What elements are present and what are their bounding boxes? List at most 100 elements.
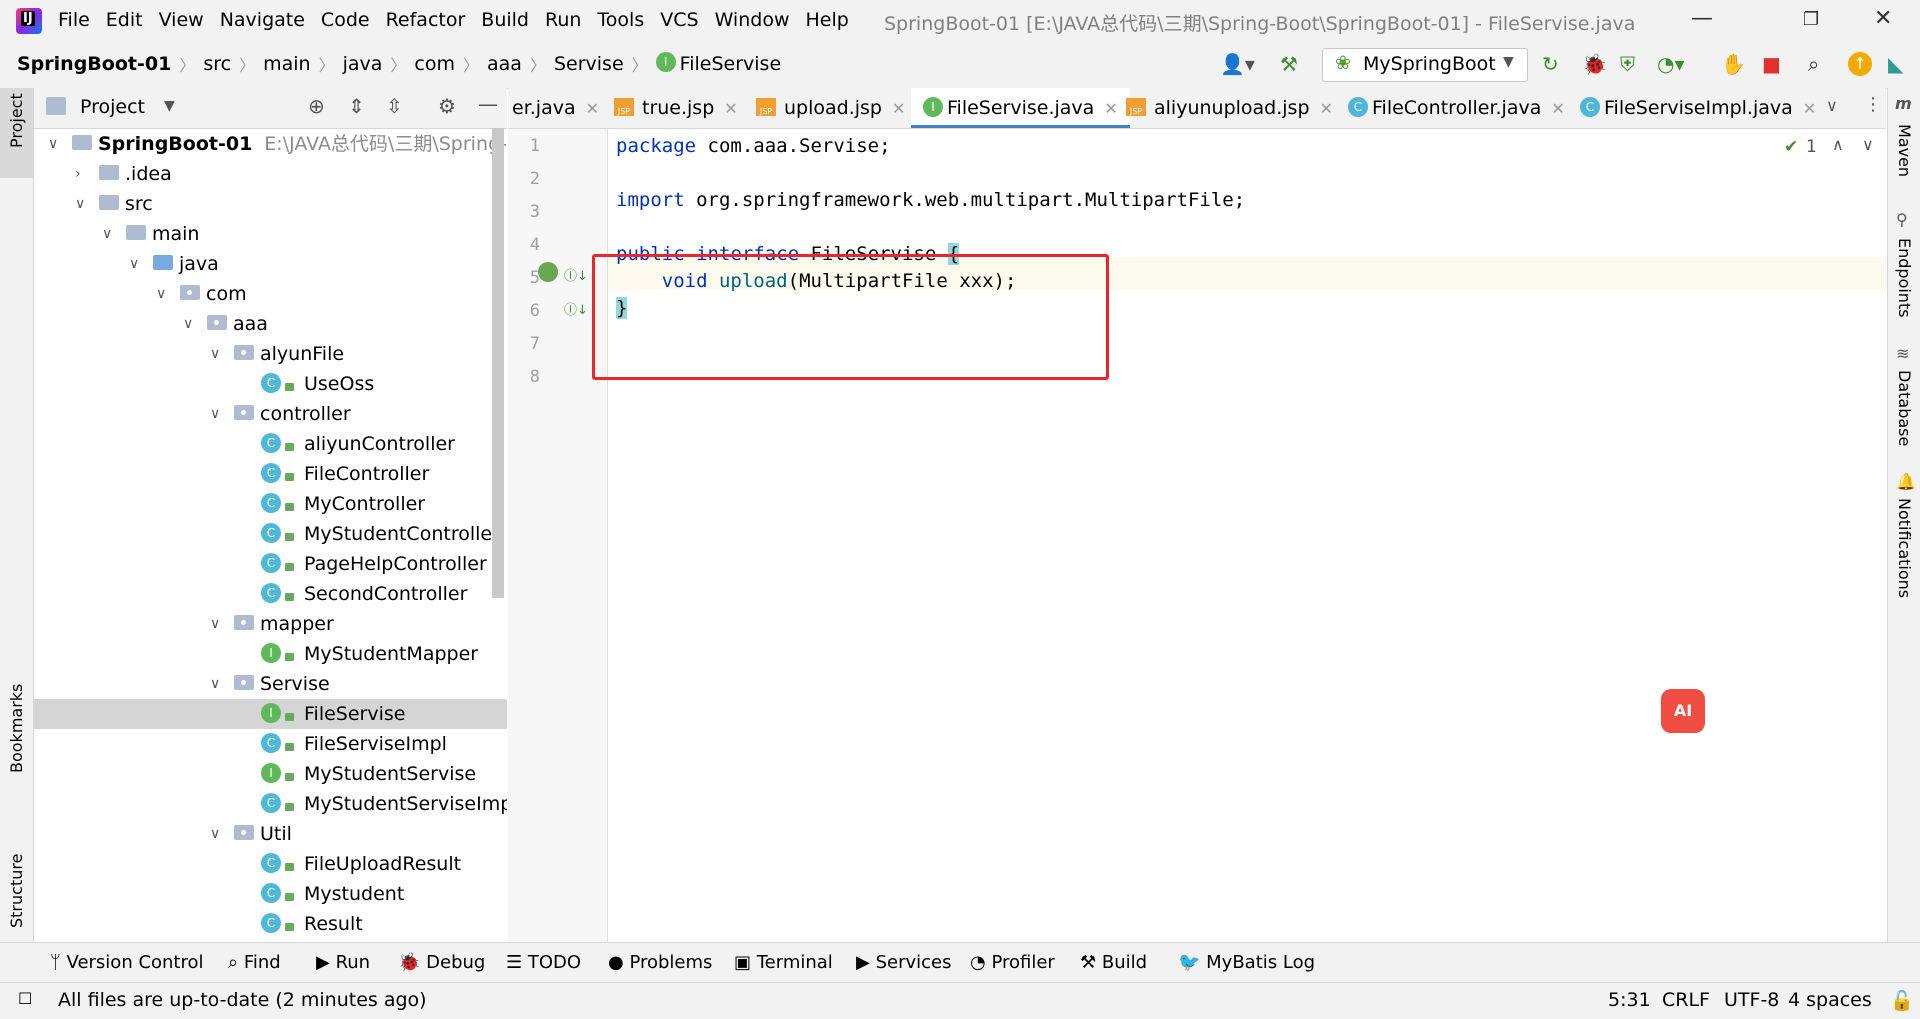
chevron-down-icon[interactable]: ∨ [75,189,85,219]
collapse-all-icon[interactable]: ⇳ [386,94,403,118]
tool-profiler[interactable]: ◔ Profiler [970,952,1055,973]
more-options-icon[interactable]: ⋮ [1864,94,1882,115]
tree-item[interactable]: C FileServiseImpl [34,729,507,759]
tree-item[interactable]: › .idea [34,159,507,189]
tree-item[interactable]: C Mystudent [34,879,507,909]
chevron-down-icon[interactable]: ∨ [48,129,58,159]
chevron-down-icon[interactable]: ∨ [129,249,139,279]
menu-run[interactable]: Run [545,9,581,31]
endpoints-stripe-tab[interactable]: Endpoints [1895,238,1914,318]
run-configuration-select[interactable]: ❀ MySpringBoot ▼ [1322,48,1528,82]
rerun-icon[interactable]: ↻ [1542,52,1559,76]
menu-vcs[interactable]: VCS [660,9,698,31]
tool-build[interactable]: ⚒ Build [1080,952,1147,973]
implemented-gutter-icon[interactable]: Ⓘ↓ [564,299,588,318]
caret-position[interactable]: 5:31 [1608,989,1651,1011]
search-icon[interactable]: ⌕ [1808,52,1819,76]
chevron-down-icon[interactable]: ∨ [102,219,112,249]
expand-all-icon[interactable]: ⇕ [348,94,365,118]
close-tab-icon[interactable]: ✕ [586,99,599,118]
tree-item[interactable]: C MyController [34,489,507,519]
file-encoding[interactable]: UTF-8 [1724,989,1779,1011]
tab-upload-jsp[interactable]: JSP upload.jsp ✕ [756,88,905,128]
tool-version-control[interactable]: ᛘ Version Control [50,952,204,973]
lock-icon[interactable]: 🔓 [1890,989,1914,1012]
breadcrumb-file[interactable]: FileServise [680,53,781,75]
plugin-icon[interactable]: ◣ [1888,52,1903,76]
indent-setting[interactable]: 4 spaces [1788,989,1872,1011]
notifications-stripe-tab[interactable]: Notifications [1895,498,1914,598]
tree-item[interactable]: C UseOss [34,369,507,399]
chevron-down-icon[interactable]: ∨ [210,339,220,369]
ai-assistant-button[interactable]: AI [1661,689,1705,733]
inspection-count[interactable]: 1 [1806,137,1817,157]
menu-code[interactable]: Code [321,9,370,31]
chevron-down-icon[interactable]: ∨ [210,819,220,849]
close-tab-icon[interactable]: ✕ [892,99,905,118]
menu-window[interactable]: Window [715,9,790,31]
menu-view[interactable]: View [159,9,204,31]
menu-edit[interactable]: Edit [106,9,143,31]
structure-stripe-tab[interactable]: Structure [7,854,26,928]
update-icon[interactable]: ↑ [1848,52,1872,76]
minimize-icon[interactable]: — [1691,6,1713,31]
project-panel-title[interactable]: Project [80,96,145,118]
tree-item[interactable]: C FileController [34,459,507,489]
chevron-right-icon[interactable]: › [75,159,81,189]
profile-icon[interactable]: ◔▾ [1657,52,1685,76]
tool-services[interactable]: ▶ Services [856,952,951,973]
tree-item[interactable]: C MyStudentController [34,519,507,549]
close-tab-icon[interactable]: ✕ [1551,99,1564,118]
intellij-logo-icon[interactable] [16,8,42,34]
tree-item[interactable]: CaliyunController [34,429,507,459]
menu-file[interactable]: File [58,9,90,31]
previous-highlight-icon[interactable]: ∧ [1832,135,1844,154]
breadcrumb-servise[interactable]: Servise [554,53,624,75]
breadcrumb-java[interactable]: java [343,53,383,75]
menu-refactor[interactable]: Refactor [386,9,466,31]
tool-mybatis-log[interactable]: 🐦 MyBatis Log [1178,952,1315,973]
locate-icon[interactable]: ⊕ [308,94,325,118]
coverage-icon[interactable]: ⛨ [1620,52,1635,76]
tree-item[interactable]: C SecondController [34,579,507,609]
tab-er-java[interactable]: er.java ✕ [512,88,599,128]
tree-item[interactable]: ∨ aaa [34,309,507,339]
spring-bean-icon[interactable] [538,262,558,282]
chevron-down-icon[interactable]: ∨ [183,309,193,339]
tree-item[interactable]: ∨ com [34,279,507,309]
tree-item[interactable]: C MyStudentServiseImpl [34,789,507,819]
database-stripe-tab[interactable]: Database [1895,370,1914,446]
tree-item[interactable]: C Result [34,909,507,939]
close-tab-icon[interactable]: ✕ [1104,99,1117,118]
stop-icon[interactable]: ■ [1762,52,1781,76]
maven-stripe-tab[interactable]: Maven [1895,124,1914,177]
project-tree-scrollbar[interactable] [492,128,504,598]
tab-fileservise-java[interactable]: I FileServise.java ✕ [911,88,1130,128]
tool-debug[interactable]: 🐞 Debug [398,952,485,973]
tree-item[interactable]: ∨ alyunFile [34,339,507,369]
tab-true-jsp[interactable]: JSP true.jsp ✕ [614,88,738,128]
chevron-down-icon[interactable]: ▼ [164,98,175,114]
chevron-down-icon[interactable]: ∨ [1826,96,1838,115]
tab-filecontroller-java[interactable]: C FileController.java ✕ [1348,88,1565,128]
restore-icon[interactable]: ❐ [1803,9,1819,30]
tool-run[interactable]: ▶ Run [316,952,370,973]
tree-item[interactable]: C PageHelpController [34,549,507,579]
gear-icon[interactable]: ⚙ [438,94,456,118]
line-separator[interactable]: CRLF [1662,989,1710,1011]
breadcrumb-main[interactable]: main [263,53,310,75]
tree-item[interactable]: ∨ java [34,249,507,279]
implemented-gutter-icon[interactable]: Ⓘ↓ [564,265,588,284]
tool-todo[interactable]: ☰ TODO [506,952,581,973]
menu-help[interactable]: Help [805,9,848,31]
close-icon[interactable]: ✕ [1874,6,1892,31]
tree-item[interactable]: ∨ controller [34,399,507,429]
build-hammer-icon[interactable]: ⚒ [1280,52,1298,76]
tree-item[interactable]: ∨ Util [34,819,507,849]
breadcrumb-project[interactable]: SpringBoot-01 [17,53,171,75]
chevron-down-icon[interactable]: ∨ [156,279,166,309]
tree-item[interactable]: ∨ SpringBoot-01 E:\JAVA总代码\三期\Spring-Boo [34,129,507,159]
breadcrumb-src[interactable]: src [203,53,231,75]
code-editor[interactable]: package com.aaa.Servise; import org.sprin… [608,129,1886,942]
menu-build[interactable]: Build [481,9,529,31]
